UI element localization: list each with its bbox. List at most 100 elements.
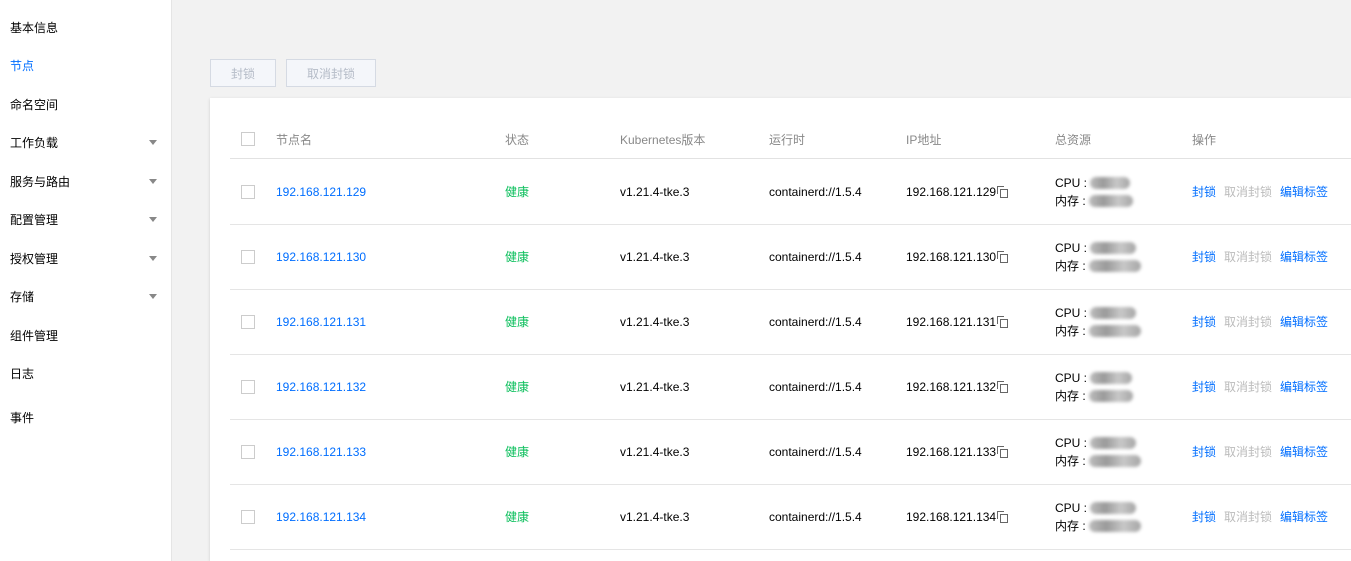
memory-label: 内存 :	[1055, 388, 1086, 403]
cpu-label: CPU :	[1055, 240, 1088, 255]
redacted-value	[1089, 390, 1134, 403]
chevron-down-icon[interactable]	[149, 139, 157, 145]
status-badge: 健康	[505, 185, 530, 199]
sidebar-item-label: 节点	[10, 58, 35, 73]
k8s-version: v1.21.4-tke.3	[620, 314, 690, 329]
node-name-link[interactable]: 192.168.121.133	[276, 445, 366, 459]
copy-icon[interactable]	[997, 511, 1009, 523]
ip-address: 192.168.121.131	[906, 314, 997, 329]
edit-labels-action[interactable]: 编辑标签	[1280, 183, 1328, 200]
chevron-down-icon[interactable]	[149, 293, 157, 299]
redacted-value	[1090, 502, 1137, 515]
sidebar-item-namespaces[interactable]: 命名空间	[10, 92, 157, 116]
cpu-label: CPU :	[1055, 500, 1088, 515]
chevron-down-icon[interactable]	[149, 178, 157, 184]
sidebar-item-label: 授权管理	[10, 251, 59, 266]
sidebar-item-basic-info[interactable]: 基本信息	[10, 15, 157, 39]
sidebar-item-components[interactable]: 组件管理	[10, 323, 157, 347]
sidebar-item-events[interactable]: 事件	[10, 405, 157, 429]
edit-labels-action[interactable]: 编辑标签	[1280, 378, 1328, 395]
redacted-value	[1089, 260, 1142, 273]
copy-icon[interactable]	[997, 381, 1009, 393]
row-checkbox[interactable]	[241, 184, 255, 199]
sidebar-item-services-routes[interactable]: 服务与路由	[10, 169, 157, 193]
cordon-action[interactable]: 封锁	[1192, 443, 1216, 460]
cpu-resource: CPU :	[1055, 174, 1131, 192]
table-header: 节点名 状态 Kubernetes版本 运行时 IP地址 总资源 操作	[230, 120, 1351, 159]
memory-label: 内存 :	[1055, 323, 1086, 338]
cordon-action[interactable]: 封锁	[1192, 248, 1216, 265]
redacted-value	[1089, 520, 1142, 533]
node-name-link[interactable]: 192.168.121.131	[276, 315, 366, 329]
cpu-label: CPU :	[1055, 435, 1088, 450]
uncordon-action: 取消封锁	[1224, 380, 1273, 394]
edit-labels-action[interactable]: 编辑标签	[1280, 313, 1328, 330]
column-header-runtime: 运行时	[769, 132, 806, 147]
memory-resource: 内存 :	[1055, 192, 1134, 210]
cpu-label: CPU :	[1055, 175, 1088, 190]
cpu-resource: CPU :	[1055, 434, 1137, 452]
node-table: 节点名 状态 Kubernetes版本 运行时 IP地址 总资源 操作 192.…	[210, 98, 1351, 561]
row-checkbox[interactable]	[241, 509, 255, 524]
table-row: 192.168.121.132 健康 v1.21.4-tke.3 containerd…	[230, 354, 1351, 420]
ip-address: 192.168.121.130	[906, 249, 997, 264]
copy-icon[interactable]	[997, 251, 1009, 263]
k8s-version: v1.21.4-tke.3	[620, 184, 690, 199]
sidebar-item-storage[interactable]: 存储	[10, 284, 157, 308]
edit-labels-action[interactable]: 编辑标签	[1280, 508, 1328, 525]
redacted-value	[1089, 455, 1142, 468]
uncordon-button[interactable]: 取消封锁	[286, 59, 376, 87]
chevron-down-icon[interactable]	[149, 255, 157, 261]
row-checkbox[interactable]	[241, 314, 255, 329]
copy-icon[interactable]	[997, 186, 1009, 198]
redacted-value	[1089, 195, 1134, 208]
edit-labels-action[interactable]: 编辑标签	[1280, 248, 1328, 265]
uncordon-action: 取消封锁	[1224, 445, 1273, 459]
sidebar-item-workloads[interactable]: 工作负载	[10, 130, 157, 154]
table-row: 192.168.121.134 健康 v1.21.4-tke.3 containerd…	[230, 484, 1351, 550]
memory-label: 内存 :	[1055, 518, 1086, 533]
k8s-version: v1.21.4-tke.3	[620, 249, 690, 264]
cordon-action[interactable]: 封锁	[1192, 183, 1216, 200]
redacted-value	[1090, 307, 1137, 320]
ip-address: 192.168.121.129	[906, 184, 997, 199]
row-checkbox[interactable]	[241, 249, 255, 264]
column-header-status: 状态	[505, 132, 530, 147]
cordon-button[interactable]: 封锁	[210, 59, 276, 87]
copy-icon[interactable]	[997, 446, 1009, 458]
row-checkbox[interactable]	[241, 444, 255, 459]
sidebar-item-authorization[interactable]: 授权管理	[10, 246, 157, 270]
runtime: containerd://1.5.4	[769, 249, 862, 264]
status-badge: 健康	[505, 250, 530, 264]
cordon-action[interactable]: 封锁	[1192, 508, 1216, 525]
select-all-checkbox[interactable]	[241, 132, 255, 146]
sidebar-item-nodes[interactable]: 节点	[10, 53, 157, 77]
sidebar-item-logs[interactable]: 日志	[10, 361, 157, 385]
runtime: containerd://1.5.4	[769, 444, 862, 459]
sidebar-item-config-management[interactable]: 配置管理	[10, 207, 157, 231]
sidebar-item-label: 工作负载	[10, 135, 59, 150]
uncordon-action: 取消封锁	[1224, 510, 1273, 524]
row-checkbox[interactable]	[241, 379, 255, 394]
node-name-link[interactable]: 192.168.121.129	[276, 185, 366, 199]
memory-resource: 内存 :	[1055, 387, 1134, 405]
redacted-value	[1090, 242, 1137, 255]
uncordon-action: 取消封锁	[1224, 185, 1273, 199]
node-name-link[interactable]: 192.168.121.132	[276, 380, 366, 394]
node-name-link[interactable]: 192.168.121.134	[276, 510, 366, 524]
cordon-action[interactable]: 封锁	[1192, 313, 1216, 330]
edit-labels-action[interactable]: 编辑标签	[1280, 443, 1328, 460]
redacted-value	[1090, 177, 1131, 190]
cpu-resource: CPU :	[1055, 369, 1133, 387]
column-header-name: 节点名	[276, 132, 313, 147]
cpu-label: CPU :	[1055, 305, 1088, 320]
node-name-link[interactable]: 192.168.121.130	[276, 250, 366, 264]
copy-icon[interactable]	[997, 316, 1009, 328]
cordon-action[interactable]: 封锁	[1192, 378, 1216, 395]
table-row: 192.168.121.133 健康 v1.21.4-tke.3 containerd…	[230, 419, 1351, 485]
table-row: 192.168.121.129 健康 v1.21.4-tke.3 containerd…	[230, 159, 1351, 225]
sidebar-item-label: 服务与路由	[10, 174, 71, 189]
cpu-resource: CPU :	[1055, 239, 1137, 257]
chevron-down-icon[interactable]	[149, 216, 157, 222]
memory-label: 内存 :	[1055, 258, 1086, 273]
